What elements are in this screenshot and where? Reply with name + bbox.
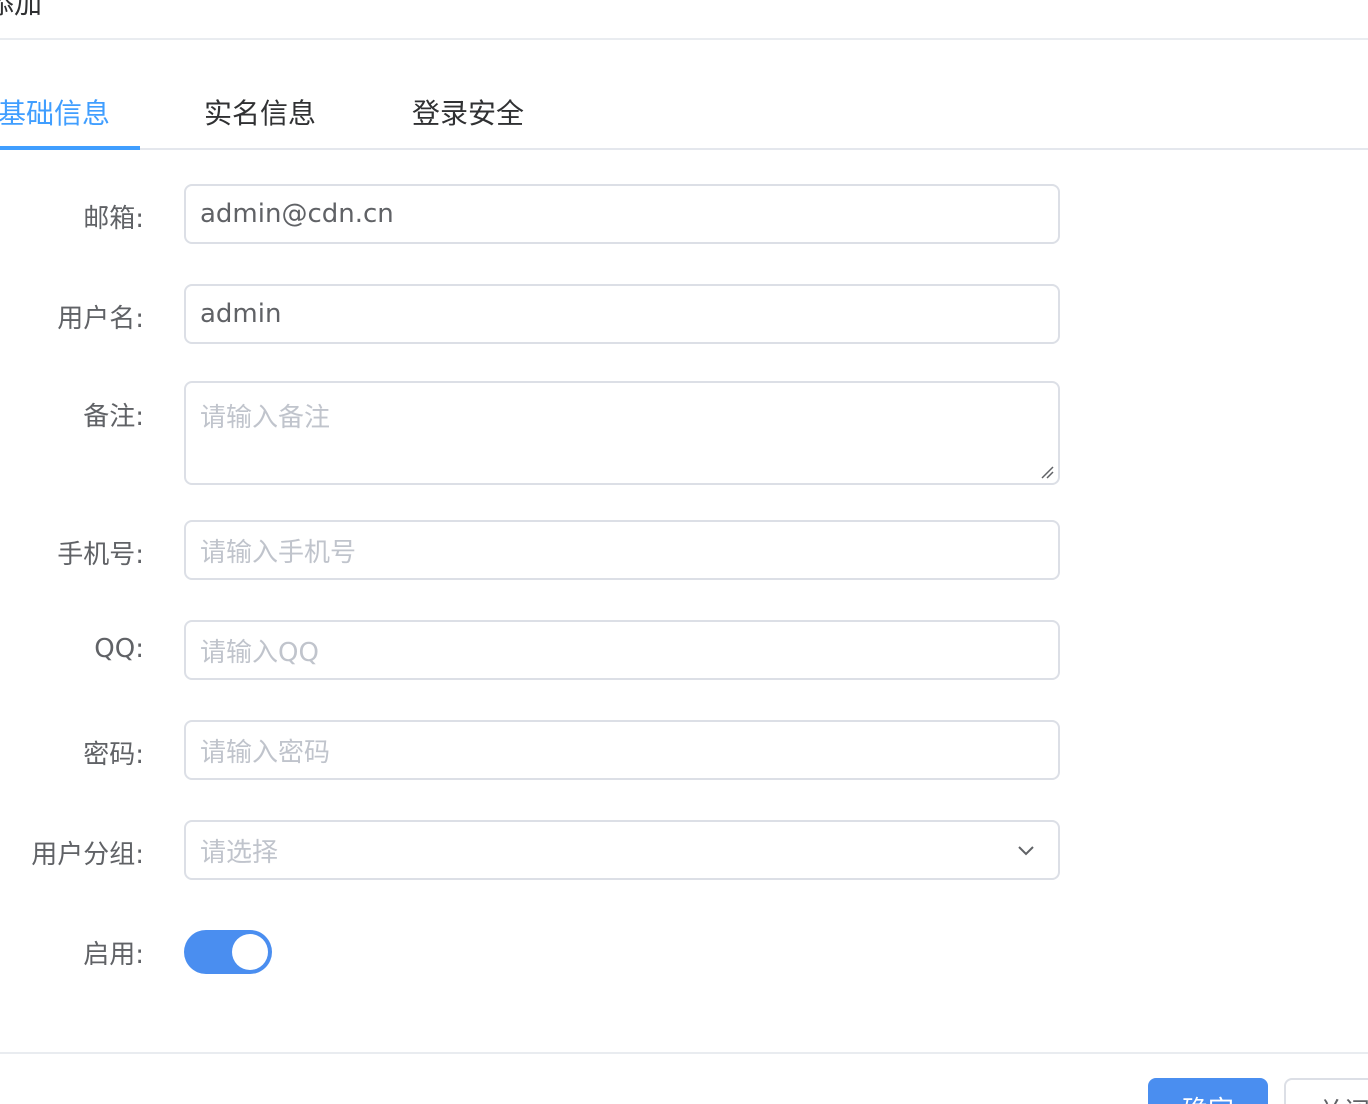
close-button[interactable]: 关闭 xyxy=(1284,1078,1368,1104)
confirm-button[interactable]: 确定 xyxy=(1148,1078,1268,1104)
password-label: 密码: xyxy=(83,740,144,770)
phone-label: 手机号: xyxy=(57,540,144,570)
phone-placeholder: 请输入手机号 xyxy=(200,537,357,568)
phone-field[interactable]: 请输入手机号 xyxy=(184,520,1060,580)
email-field[interactable]: admin@cdn.cn xyxy=(184,184,1060,244)
chevron-down-icon xyxy=(1018,846,1034,856)
tab-bar: 基础信息 实名信息 登录安全 xyxy=(0,88,1368,150)
qq-label: QQ: xyxy=(94,634,144,664)
qq-placeholder: 请输入QQ xyxy=(200,637,319,668)
group-placeholder: 请选择 xyxy=(200,837,279,868)
password-field[interactable]: 请输入密码 xyxy=(184,720,1060,780)
enabled-switch[interactable] xyxy=(184,930,272,974)
group-select[interactable]: 请选择 xyxy=(184,820,1060,880)
username-label: 用户名: xyxy=(57,304,144,334)
remark-label: 备注: xyxy=(83,402,144,432)
group-label: 用户分组: xyxy=(31,840,144,870)
user-dialog: 添加 基础信息 实名信息 登录安全 邮箱: admin@cdn.cn 用户名: … xyxy=(0,0,1368,1104)
remark-textarea[interactable]: 请输入备注 xyxy=(184,381,1060,485)
tab-login-security[interactable]: 登录安全 xyxy=(412,96,524,132)
username-field[interactable]: admin xyxy=(184,284,1060,344)
header-divider xyxy=(0,38,1368,40)
remark-placeholder: 请输入备注 xyxy=(200,403,331,433)
switch-knob xyxy=(232,934,268,970)
tab-basic-info[interactable]: 基础信息 xyxy=(0,96,110,132)
dialog-title: 添加 xyxy=(0,0,43,20)
active-tab-indicator xyxy=(0,146,140,150)
footer-divider xyxy=(0,1052,1368,1054)
tab-real-name-info[interactable]: 实名信息 xyxy=(204,96,316,132)
enabled-label: 启用: xyxy=(83,940,144,970)
qq-field[interactable]: 请输入QQ xyxy=(184,620,1060,680)
password-placeholder: 请输入密码 xyxy=(200,737,331,768)
username-value: admin xyxy=(200,299,282,329)
email-value: admin@cdn.cn xyxy=(200,199,394,229)
resize-grip-icon[interactable] xyxy=(1040,465,1054,479)
email-label: 邮箱: xyxy=(83,204,144,234)
